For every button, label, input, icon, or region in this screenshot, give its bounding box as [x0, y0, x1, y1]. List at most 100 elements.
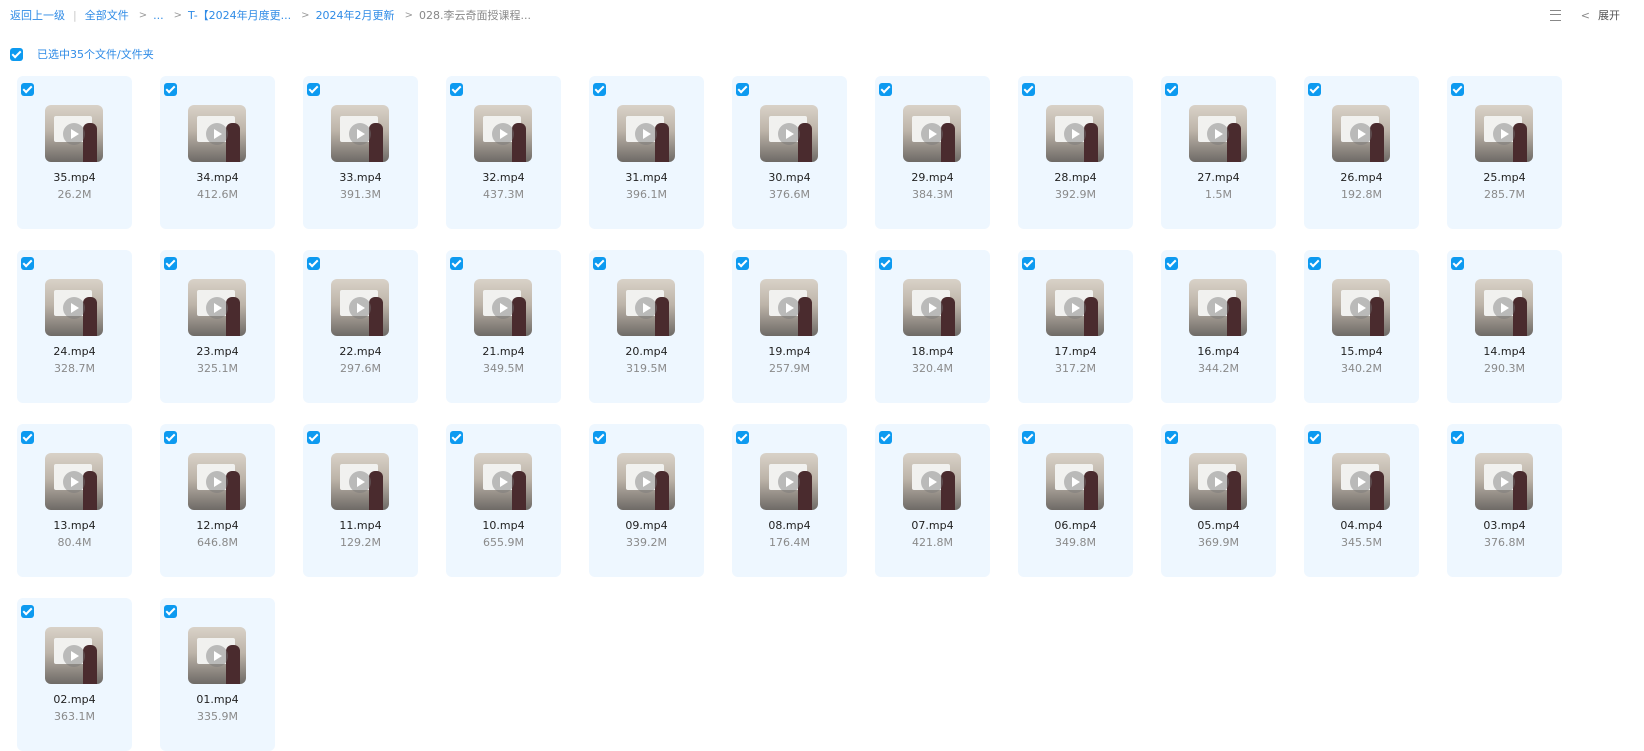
file-card[interactable]: 08.mp4 176.4M — [732, 424, 847, 577]
file-checkbox[interactable] — [1451, 431, 1464, 444]
file-card[interactable]: 15.mp4 340.2M — [1304, 250, 1419, 403]
file-checkbox[interactable] — [593, 83, 606, 96]
file-card[interactable]: 23.mp4 325.1M — [160, 250, 275, 403]
file-checkbox[interactable] — [1022, 83, 1035, 96]
file-card[interactable]: 28.mp4 392.9M — [1018, 76, 1133, 229]
file-card[interactable]: 17.mp4 317.2M — [1018, 250, 1133, 403]
video-thumbnail[interactable] — [903, 453, 961, 510]
video-thumbnail[interactable] — [1189, 279, 1247, 336]
file-card[interactable]: 32.mp4 437.3M — [446, 76, 561, 229]
file-checkbox[interactable] — [164, 257, 177, 270]
breadcrumb-all-files[interactable]: 全部文件 — [85, 7, 129, 23]
file-card[interactable]: 16.mp4 344.2M — [1161, 250, 1276, 403]
video-thumbnail[interactable] — [1189, 105, 1247, 162]
file-card[interactable]: 18.mp4 320.4M — [875, 250, 990, 403]
file-checkbox[interactable] — [164, 431, 177, 444]
video-thumbnail[interactable] — [1475, 453, 1533, 510]
video-thumbnail[interactable] — [1475, 105, 1533, 162]
video-thumbnail[interactable] — [760, 279, 818, 336]
file-card[interactable]: 29.mp4 384.3M — [875, 76, 990, 229]
video-thumbnail[interactable] — [1475, 279, 1533, 336]
file-card[interactable]: 35.mp4 26.2M — [17, 76, 132, 229]
file-checkbox[interactable] — [307, 431, 320, 444]
video-thumbnail[interactable] — [617, 105, 675, 162]
file-checkbox[interactable] — [736, 257, 749, 270]
file-card[interactable]: 21.mp4 349.5M — [446, 250, 561, 403]
file-checkbox[interactable] — [450, 83, 463, 96]
file-card[interactable]: 14.mp4 290.3M — [1447, 250, 1562, 403]
breadcrumb-folder-monthly[interactable]: T-【2024年月度更... — [188, 7, 291, 23]
video-thumbnail[interactable] — [1189, 453, 1247, 510]
file-checkbox[interactable] — [21, 83, 34, 96]
file-checkbox[interactable] — [593, 257, 606, 270]
file-checkbox[interactable] — [21, 605, 34, 618]
file-checkbox[interactable] — [593, 431, 606, 444]
video-thumbnail[interactable] — [1046, 453, 1104, 510]
select-all-checkbox[interactable] — [10, 47, 23, 61]
file-card[interactable]: 30.mp4 376.6M — [732, 76, 847, 229]
video-thumbnail[interactable] — [45, 105, 103, 162]
video-thumbnail[interactable] — [45, 279, 103, 336]
file-card[interactable]: 12.mp4 646.8M — [160, 424, 275, 577]
breadcrumb-folder-feb[interactable]: 2024年2月更新 — [316, 7, 395, 23]
file-checkbox[interactable] — [1165, 431, 1178, 444]
video-thumbnail[interactable] — [331, 105, 389, 162]
video-thumbnail[interactable] — [331, 453, 389, 510]
video-thumbnail[interactable] — [1046, 279, 1104, 336]
file-card[interactable]: 13.mp4 80.4M — [17, 424, 132, 577]
video-thumbnail[interactable] — [1332, 453, 1390, 510]
file-card[interactable]: 34.mp4 412.6M — [160, 76, 275, 229]
file-card[interactable]: 07.mp4 421.8M — [875, 424, 990, 577]
video-thumbnail[interactable] — [188, 453, 246, 510]
file-card[interactable]: 01.mp4 335.9M — [160, 598, 275, 751]
video-thumbnail[interactable] — [1046, 105, 1104, 162]
file-card[interactable]: 33.mp4 391.3M — [303, 76, 418, 229]
video-thumbnail[interactable] — [1332, 105, 1390, 162]
video-thumbnail[interactable] — [617, 453, 675, 510]
video-thumbnail[interactable] — [474, 105, 532, 162]
video-thumbnail[interactable] — [617, 279, 675, 336]
video-thumbnail[interactable] — [45, 453, 103, 510]
video-thumbnail[interactable] — [1332, 279, 1390, 336]
file-card[interactable]: 19.mp4 257.9M — [732, 250, 847, 403]
file-checkbox[interactable] — [879, 83, 892, 96]
file-checkbox[interactable] — [1308, 257, 1321, 270]
file-checkbox[interactable] — [307, 257, 320, 270]
file-checkbox[interactable] — [164, 83, 177, 96]
file-checkbox[interactable] — [450, 257, 463, 270]
file-card[interactable]: 26.mp4 192.8M — [1304, 76, 1419, 229]
file-checkbox[interactable] — [736, 83, 749, 96]
file-card[interactable]: 10.mp4 655.9M — [446, 424, 561, 577]
file-card[interactable]: 03.mp4 376.8M — [1447, 424, 1562, 577]
file-card[interactable]: 27.mp4 1.5M — [1161, 76, 1276, 229]
file-checkbox[interactable] — [736, 431, 749, 444]
file-checkbox[interactable] — [307, 83, 320, 96]
file-checkbox[interactable] — [879, 431, 892, 444]
file-checkbox[interactable] — [1022, 431, 1035, 444]
file-card[interactable]: 25.mp4 285.7M — [1447, 76, 1562, 229]
file-checkbox[interactable] — [1451, 257, 1464, 270]
video-thumbnail[interactable] — [903, 279, 961, 336]
video-thumbnail[interactable] — [903, 105, 961, 162]
video-thumbnail[interactable] — [474, 453, 532, 510]
file-card[interactable]: 31.mp4 396.1M — [589, 76, 704, 229]
file-checkbox[interactable] — [1022, 257, 1035, 270]
file-checkbox[interactable] — [1165, 257, 1178, 270]
file-card[interactable]: 22.mp4 297.6M — [303, 250, 418, 403]
video-thumbnail[interactable] — [188, 279, 246, 336]
video-thumbnail[interactable] — [331, 279, 389, 336]
file-card[interactable]: 09.mp4 339.2M — [589, 424, 704, 577]
expand-button[interactable]: 展开 — [1598, 7, 1620, 23]
file-card[interactable]: 24.mp4 328.7M — [17, 250, 132, 403]
file-checkbox[interactable] — [1308, 83, 1321, 96]
video-thumbnail[interactable] — [760, 453, 818, 510]
video-thumbnail[interactable] — [760, 105, 818, 162]
file-card[interactable]: 02.mp4 363.1M — [17, 598, 132, 751]
video-thumbnail[interactable] — [188, 105, 246, 162]
video-thumbnail[interactable] — [45, 627, 103, 684]
file-checkbox[interactable] — [1165, 83, 1178, 96]
file-card[interactable]: 05.mp4 369.9M — [1161, 424, 1276, 577]
file-checkbox[interactable] — [450, 431, 463, 444]
chevron-left-icon[interactable]: < — [1581, 9, 1590, 22]
file-checkbox[interactable] — [1451, 83, 1464, 96]
